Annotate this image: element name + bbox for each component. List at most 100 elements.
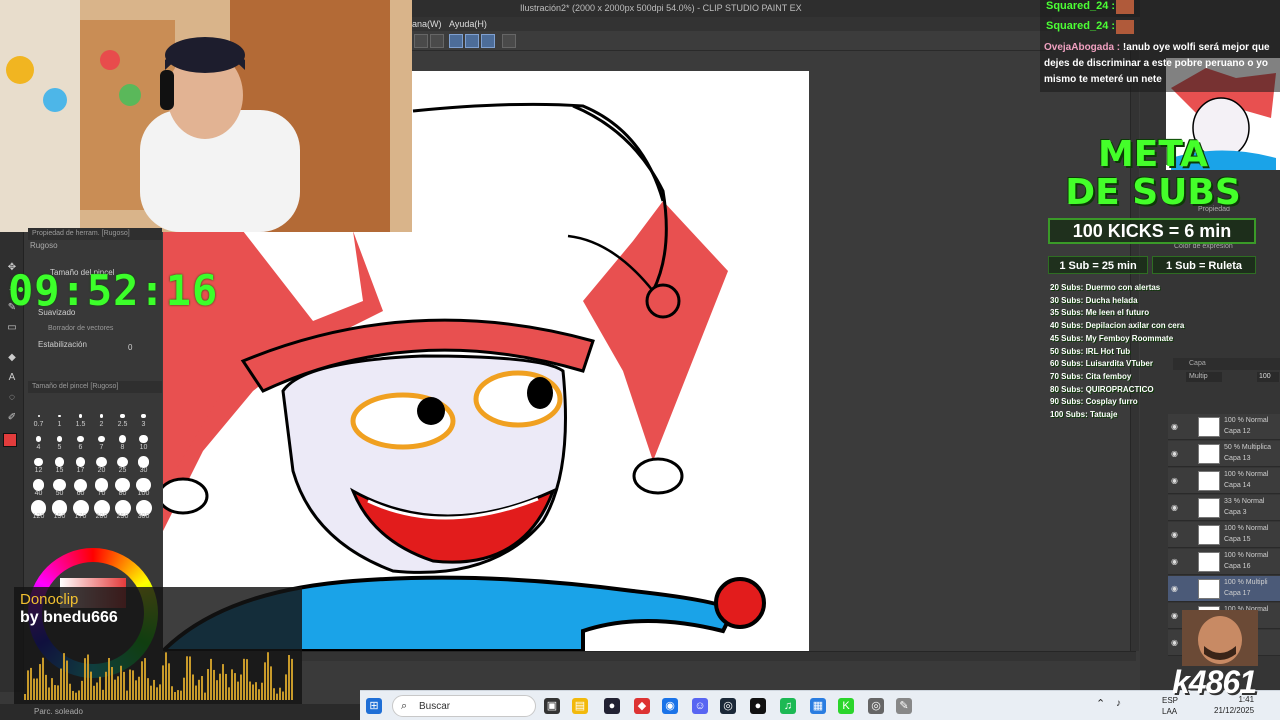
brush-size-option[interactable]: 4 — [28, 429, 49, 452]
brush-size-option[interactable]: 20 — [91, 452, 112, 475]
brush-size-option[interactable]: 100 — [133, 475, 154, 498]
waveform-bar — [282, 691, 284, 700]
waveform-bar — [132, 670, 134, 700]
vector-eraser-label[interactable]: Borrador de vectores — [48, 325, 113, 332]
waveform-bar — [204, 692, 206, 700]
brush-size-option[interactable]: 8 — [112, 429, 133, 452]
waveform-bar — [114, 679, 116, 700]
brush-size-dot — [139, 434, 148, 444]
brush-size-option[interactable]: 2 — [91, 406, 112, 429]
brush-size-option[interactable]: 300 — [133, 498, 154, 521]
visibility-eye-icon[interactable]: ◉ — [1171, 422, 1181, 432]
waveform-bar — [69, 683, 71, 700]
brush-size-option[interactable]: 250 — [112, 498, 133, 521]
stabilization-value[interactable]: 0 — [128, 343, 132, 352]
brush-size-option[interactable]: 2.5 — [112, 406, 133, 429]
spotify-icon[interactable]: ♫ — [780, 698, 796, 714]
layer-row[interactable]: ◉ 100 % Normal Capa 14 — [1168, 468, 1280, 494]
layer-row[interactable]: ◉ 100 % Normal Capa 12 — [1168, 414, 1280, 440]
visibility-eye-icon[interactable]: ◉ — [1171, 449, 1181, 459]
brush-size-option[interactable]: 17 — [70, 452, 91, 475]
text-tool-icon[interactable]: A — [6, 372, 18, 384]
app-icon[interactable]: ◆ — [634, 698, 650, 714]
task-view-icon[interactable]: ▣ — [544, 698, 560, 714]
brush-size-option[interactable]: 10 — [133, 429, 154, 452]
tray-chevron-icon[interactable]: ⌃ — [1096, 699, 1105, 710]
snap-grid-button[interactable] — [481, 34, 495, 48]
start-icon[interactable]: ⊞ — [366, 698, 382, 714]
brush-size-option[interactable]: 1.5 — [70, 406, 91, 429]
visibility-eye-icon[interactable]: ◉ — [1171, 557, 1181, 567]
brush-size-option[interactable]: 70 — [91, 475, 112, 498]
app-icon[interactable]: ◎ — [868, 698, 884, 714]
layer-row[interactable]: ◉ 100 % Normal Capa 16 — [1168, 549, 1280, 575]
visibility-eye-icon[interactable]: ◉ — [1171, 530, 1181, 540]
brush-size-option[interactable]: 50 — [49, 475, 70, 498]
app-icon[interactable]: ▦ — [810, 698, 826, 714]
visibility-eye-icon[interactable]: ◉ — [1171, 503, 1181, 513]
waveform-bar — [108, 657, 110, 700]
brush-size-option[interactable]: 120 — [28, 498, 49, 521]
help-icon[interactable] — [502, 34, 516, 48]
menu-item-window[interactable]: ana(W) — [412, 17, 442, 31]
foreground-color-swatch[interactable] — [3, 433, 17, 447]
brush-size-option[interactable]: 40 — [28, 475, 49, 498]
horizontal-scrollbar[interactable] — [300, 651, 1136, 661]
layer-thumbnail — [1198, 471, 1220, 491]
taskbar-search[interactable]: ⌕ Buscar — [392, 695, 536, 717]
waveform-bar — [111, 666, 113, 700]
brush-size-option[interactable]: 80 — [112, 475, 133, 498]
file-explorer-icon[interactable]: ▤ — [572, 698, 588, 714]
cmd-button[interactable] — [414, 34, 428, 48]
cmd-button[interactable] — [430, 34, 444, 48]
fill-tool-icon[interactable]: ◆ — [6, 352, 18, 364]
brush-size-dot — [99, 414, 104, 418]
layer-row[interactable]: ◉ 100 % Multipli Capa 17 — [1168, 576, 1280, 602]
layer-name: Capa 3 — [1224, 509, 1247, 516]
clock[interactable]: 1:41 21/12/2025 — [1214, 694, 1254, 716]
layer-row[interactable]: ◉ 100 % Normal Capa 15 — [1168, 522, 1280, 548]
layer-thumbnail — [1198, 525, 1220, 545]
waveform-bar — [186, 656, 188, 700]
layer-row[interactable]: ◉ 50 % Multiplica Capa 13 — [1168, 441, 1280, 467]
brush-size-option[interactable]: 1 — [49, 406, 70, 429]
clip-studio-icon[interactable]: ✎ — [896, 698, 912, 714]
chrome-icon[interactable]: ◉ — [662, 698, 678, 714]
visibility-eye-icon[interactable]: ◉ — [1171, 638, 1181, 648]
brush-size-option[interactable]: 6 — [70, 429, 91, 452]
brush-size-option[interactable]: 170 — [70, 498, 91, 521]
steam-icon[interactable]: ◎ — [720, 698, 736, 714]
snap-special-ruler-button[interactable] — [465, 34, 479, 48]
app-icon[interactable]: ● — [750, 698, 766, 714]
waveform-bar — [87, 654, 89, 700]
brush-size-label: 4 — [36, 444, 41, 451]
brush-size-option[interactable]: 30 — [133, 452, 154, 475]
eraser-tool-icon[interactable]: ▭ — [6, 322, 18, 334]
opacity-input[interactable]: 100 — [1257, 372, 1279, 382]
snap-ruler-button[interactable] — [449, 34, 463, 48]
mic-icon[interactable]: ♪ — [1116, 699, 1121, 709]
visibility-eye-icon[interactable]: ◉ — [1171, 476, 1181, 486]
brush-size-option[interactable]: 150 — [49, 498, 70, 521]
brush-size-option[interactable]: 60 — [70, 475, 91, 498]
kick-icon[interactable]: K — [838, 698, 854, 714]
brush-size-option[interactable]: 12 — [28, 452, 49, 475]
visibility-eye-icon[interactable]: ◉ — [1171, 584, 1181, 594]
blend-mode-select[interactable]: Multip — [1186, 372, 1222, 382]
brush-size-dot — [34, 457, 43, 467]
brush-size-option[interactable]: 0.7 — [28, 406, 49, 429]
brush-size-option[interactable]: 15 — [49, 452, 70, 475]
discord-icon[interactable]: ☺ — [692, 698, 708, 714]
layer-row[interactable]: ◉ 33 % Normal Capa 3 — [1168, 495, 1280, 521]
visibility-eye-icon[interactable]: ◉ — [1171, 611, 1181, 621]
brush-size-option[interactable]: 3 — [133, 406, 154, 429]
brush-size-option[interactable]: 5 — [49, 429, 70, 452]
stream-timer: 09:52:16 — [8, 266, 219, 315]
brush-size-option[interactable]: 200 — [91, 498, 112, 521]
brush-size-option[interactable]: 7 — [91, 429, 112, 452]
menu-item-help[interactable]: Ayuda(H) — [449, 17, 487, 31]
brush-size-option[interactable]: 25 — [112, 452, 133, 475]
lasso-tool-icon[interactable]: ◌ — [6, 392, 18, 404]
app-icon[interactable]: ● — [604, 698, 620, 714]
eyedropper-tool-icon[interactable]: ✐ — [6, 412, 18, 424]
